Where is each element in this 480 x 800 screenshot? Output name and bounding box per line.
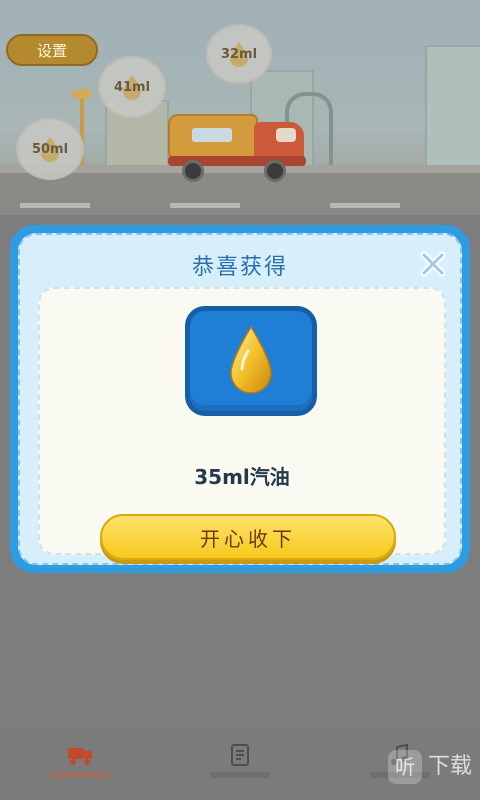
accept-reward-button[interactable]: 开心收下 (100, 514, 396, 560)
notebook-icon (231, 744, 249, 766)
watermark: 听下载 (387, 748, 472, 784)
reward-icon-tile (185, 306, 317, 416)
oil-drop-icon (230, 325, 272, 394)
fuel-bubble-label: 50ml (31, 141, 69, 157)
fuel-bubble-label: 41ml (113, 79, 151, 95)
nav-item-records[interactable] (180, 742, 300, 778)
dialog-title: 恭喜获得 (191, 255, 288, 280)
reward-amount: 35ml汽油 (194, 465, 290, 489)
truck-icon (68, 748, 92, 765)
watermark-text: 下载 (427, 754, 472, 779)
reward-dialog: 恭喜获得 35ml汽油 开心收下 (10, 225, 470, 573)
nav-item-transport[interactable] (20, 742, 140, 778)
watermark-logo: 听 (387, 750, 422, 784)
close-icon[interactable] (418, 249, 448, 279)
reward-dialog-panel: 恭喜获得 35ml汽油 开心收下 (18, 233, 462, 565)
fuel-bubble-label: 32ml (220, 46, 258, 62)
